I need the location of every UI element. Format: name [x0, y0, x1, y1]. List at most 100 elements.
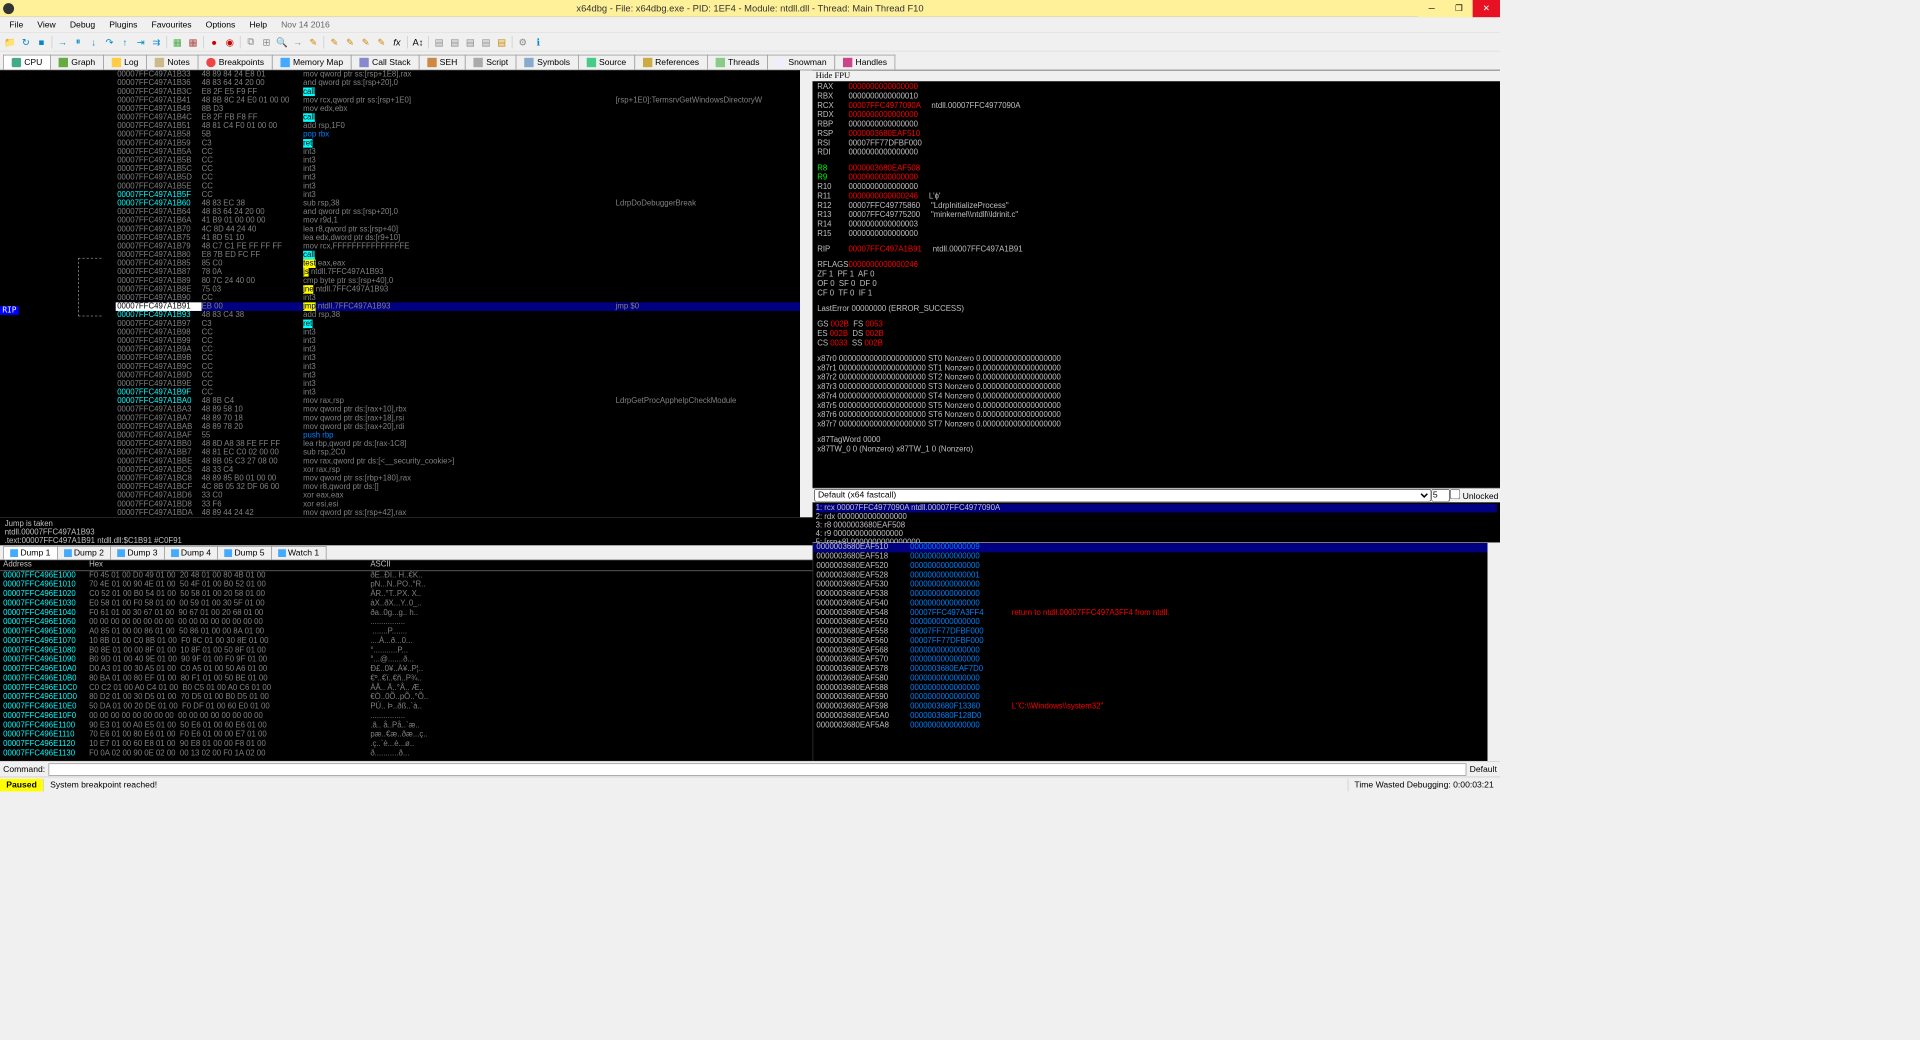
restart-icon[interactable]: ↻: [19, 35, 33, 49]
disasm-row[interactable]: 00007FFC497A1B5CCCint3: [116, 165, 800, 174]
disasm-row[interactable]: 00007FFC497A1B5FCCint3: [116, 191, 800, 200]
dump-tab-0[interactable]: Dump 1: [3, 546, 57, 559]
bp-icon[interactable]: ◉: [223, 35, 237, 49]
dump-tab-4[interactable]: Dump 5: [217, 546, 271, 559]
tab-seh[interactable]: SEH: [419, 55, 466, 70]
hl3-icon[interactable]: ✎: [359, 35, 373, 49]
disasm-row[interactable]: 00007FFC497A1B5DCCint3: [116, 173, 800, 182]
tab-call-stack[interactable]: Call Stack: [351, 55, 419, 70]
record-icon[interactable]: ●: [207, 35, 221, 49]
tab-notes[interactable]: Notes: [146, 55, 198, 70]
disasm-row[interactable]: 00007FFC497A1B80E8 7B ED FC FFcall: [116, 251, 800, 260]
menu-options[interactable]: Options: [199, 18, 241, 31]
run-till-icon[interactable]: ⇉: [149, 35, 163, 49]
patch-icon[interactable]: ⧉: [244, 35, 258, 49]
close-button[interactable]: ✕: [1473, 0, 1500, 17]
unlocked-checkbox[interactable]: Unlocked: [1450, 489, 1498, 502]
fx-icon[interactable]: fx: [390, 35, 404, 49]
hl2-icon[interactable]: ✎: [343, 35, 357, 49]
run-to-icon[interactable]: ⇥: [134, 35, 148, 49]
disasm-row[interactable]: 00007FFC497A1BBE48 8B 05 C3 27 08 00mov …: [116, 457, 800, 466]
disasm-row[interactable]: 00007FFC497A1B4148 8B 8C 24 E0 01 00 00m…: [116, 96, 800, 105]
run-icon[interactable]: →: [55, 35, 69, 49]
view1-icon[interactable]: ▤: [448, 35, 462, 49]
tab-snowman[interactable]: Snowman: [767, 55, 835, 70]
disasm-row[interactable]: 00007FFC497A1B9ACCint3: [116, 345, 800, 354]
settings-icon[interactable]: ⚙: [516, 35, 530, 49]
disasm-row[interactable]: 00007FFC497A1BCF4C 8B 05 32 DF 06 00mov …: [116, 483, 800, 492]
font-icon[interactable]: A↕: [411, 35, 425, 49]
disasm-row[interactable]: 00007FFC497A1B704C 8D 44 24 40lea r8,qwo…: [116, 225, 800, 234]
menu-file[interactable]: File: [3, 18, 29, 31]
trace2-icon[interactable]: ▦: [186, 35, 200, 49]
disassembly-view[interactable]: 00007FFC497A1B3348 89 84 24 E8 01mov qwo…: [116, 70, 800, 517]
disasm-row[interactable]: 00007FFC497A1B91EB 00jmp ntdll.7FFC497A1…: [116, 302, 800, 311]
disasm-row[interactable]: 00007FFC497A1B7541 8D 51 10lea edx,dword…: [116, 234, 800, 243]
arg-count-input[interactable]: [1431, 489, 1450, 502]
tab-memory-map[interactable]: Memory Map: [272, 55, 352, 70]
disasm-row[interactable]: 00007FFC497A1BB048 8D A8 38 FE FF FFlea …: [116, 440, 800, 449]
menu-help[interactable]: Help: [243, 18, 273, 31]
tab-cpu[interactable]: CPU: [3, 55, 51, 70]
disasm-row[interactable]: 00007FFC497A1B3648 83 64 24 20 00and qwo…: [116, 79, 800, 88]
tab-graph[interactable]: Graph: [50, 55, 104, 70]
open-icon[interactable]: 📁: [3, 35, 17, 49]
hl4-icon[interactable]: ✎: [374, 35, 388, 49]
minimize-button[interactable]: ─: [1418, 0, 1445, 17]
dump-tab-2[interactable]: Dump 3: [110, 546, 164, 559]
calc-icon[interactable]: ▤: [432, 35, 446, 49]
tab-script[interactable]: Script: [465, 55, 517, 70]
command-input[interactable]: [48, 763, 1466, 776]
disasm-row[interactable]: 00007FFC497A1BD833 F6xor esi,esi: [116, 500, 800, 509]
disasm-row[interactable]: 00007FFC497A1BC548 33 C4xor rax,rsp: [116, 466, 800, 475]
disasm-row[interactable]: 00007FFC497A1B4CE8 2F FB F8 FFcall: [116, 113, 800, 122]
goto-icon[interactable]: →: [291, 35, 305, 49]
hide-fpu-link[interactable]: Hide FPU: [813, 70, 1501, 81]
registers-panel[interactable]: Hide FPU RAX0000000000000000RBX000000000…: [813, 70, 1501, 487]
disasm-row[interactable]: 00007FFC497A1B9348 83 C4 38add rsp,38: [116, 311, 800, 320]
disasm-row[interactable]: 00007FFC497A1B9FCCint3: [116, 388, 800, 397]
disasm-row[interactable]: 00007FFC497A1B9ECCint3: [116, 380, 800, 389]
step-out-icon[interactable]: ↑: [118, 35, 132, 49]
disasm-row[interactable]: 00007FFC497A1BAB48 89 78 20mov qword ptr…: [116, 423, 800, 432]
tab-breakpoints[interactable]: Breakpoints: [198, 55, 273, 70]
disasm-row[interactable]: 00007FFC497A1B59C3ret: [116, 139, 800, 148]
menu-view[interactable]: View: [31, 18, 62, 31]
tab-log[interactable]: Log: [103, 55, 147, 70]
disasm-row[interactable]: 00007FFC497A1B8E75 03jne ntdll.7FFC497A1…: [116, 285, 800, 294]
disasm-row[interactable]: 00007FFC497A1BB748 81 EC C0 02 00 00sub …: [116, 448, 800, 457]
disasm-row[interactable]: 00007FFC497A1B3CE8 2F E5 F9 FFcall: [116, 88, 800, 97]
hl1-icon[interactable]: ✎: [327, 35, 341, 49]
stack-view[interactable]: 0000003680EAF510000000000000000900000036…: [813, 543, 1488, 761]
about-icon[interactable]: ℹ: [531, 35, 545, 49]
tab-references[interactable]: References: [634, 55, 708, 70]
disasm-row[interactable]: 00007FFC497A1B7948 C7 C1 FE FF FF FFmov …: [116, 242, 800, 251]
calling-convention-select[interactable]: Default (x64 fastcall): [814, 489, 1431, 502]
view2-icon[interactable]: ▤: [463, 35, 477, 49]
menu-plugins[interactable]: Plugins: [103, 18, 144, 31]
tab-threads[interactable]: Threads: [707, 55, 768, 70]
disasm-row[interactable]: 00007FFC497A1B5148 81 C4 F0 01 00 00add …: [116, 122, 800, 131]
disasm-row[interactable]: 00007FFC497A1B8980 7C 24 40 00cmp byte p…: [116, 277, 800, 286]
disasm-row[interactable]: 00007FFC497A1B5BCCint3: [116, 156, 800, 165]
dump-view[interactable]: 00007FFC496E1000F0 45 01 00 D0 49 01 00 …: [0, 571, 813, 761]
dump-tab-3[interactable]: Dump 4: [164, 546, 218, 559]
disasm-row[interactable]: 00007FFC497A1B6048 83 EC 38sub rsp,38Ldr…: [116, 199, 800, 208]
disasm-row[interactable]: 00007FFC497A1B99CCint3: [116, 337, 800, 346]
stop-icon[interactable]: ■: [34, 35, 48, 49]
disasm-scrollbar[interactable]: [800, 70, 813, 517]
maximize-button[interactable]: ❐: [1445, 0, 1472, 17]
step-over-icon[interactable]: ↷: [102, 35, 116, 49]
disasm-row[interactable]: 00007FFC497A1B5ACCint3: [116, 148, 800, 157]
disasm-row[interactable]: 00007FFC497A1B98CCint3: [116, 328, 800, 337]
disasm-row[interactable]: 00007FFC497A1B6448 83 64 24 20 00and qwo…: [116, 208, 800, 217]
view3-icon[interactable]: ▤: [479, 35, 493, 49]
disasm-row[interactable]: 00007FFC497A1B9CCCint3: [116, 363, 800, 372]
tab-symbols[interactable]: Symbols: [516, 55, 579, 70]
disasm-row[interactable]: 00007FFC497A1BA748 89 70 18mov qword ptr…: [116, 414, 800, 423]
dump-tab-5[interactable]: Watch 1: [271, 546, 326, 559]
disasm-row[interactable]: 00007FFC497A1BD633 C0xor eax,eax: [116, 491, 800, 500]
disasm-row[interactable]: 00007FFC497A1BDA48 89 44 24 42mov qword …: [116, 509, 800, 518]
menu-favourites[interactable]: Favourites: [145, 18, 198, 31]
pause-icon[interactable]: ⏸: [71, 35, 85, 49]
